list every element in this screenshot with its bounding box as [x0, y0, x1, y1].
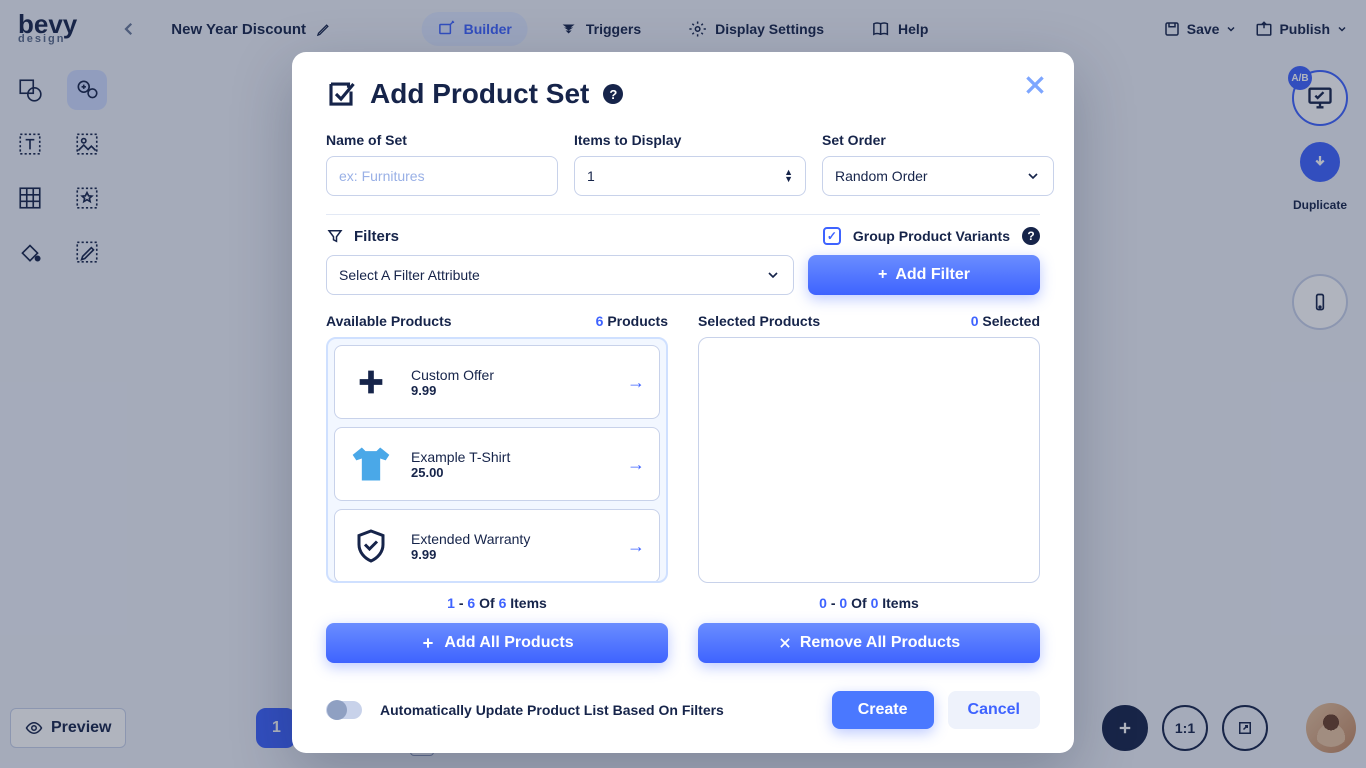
group-variants-checkbox[interactable]: ✓	[823, 227, 841, 245]
plus-icon	[354, 365, 388, 399]
name-input-wrapper	[326, 156, 558, 196]
tshirt-icon	[349, 442, 393, 486]
add-all-button[interactable]: Add All Products	[326, 623, 668, 663]
arrow-right-icon: →	[627, 372, 645, 393]
help-icon[interactable]: ?	[603, 84, 623, 104]
product-name: Extended Warranty	[411, 531, 609, 547]
remove-all-button[interactable]: Remove All Products	[698, 623, 1040, 663]
product-thumb	[349, 524, 393, 568]
available-products-list: Custom Offer9.99 → Example T-Shirt25.00 …	[326, 337, 668, 583]
selected-products-list	[698, 337, 1040, 583]
product-card[interactable]: Extended Warranty9.99 →	[334, 509, 660, 583]
remove-all-label: Remove All Products	[800, 634, 960, 652]
product-thumb	[349, 442, 393, 486]
available-products-column: Available Products 6 Products Custom Off…	[326, 313, 668, 663]
selected-products-column: Selected Products 0 Selected 0 - 0 Of 0 …	[698, 313, 1040, 663]
items-label: Items to Display	[574, 132, 806, 148]
plus-icon: +	[878, 266, 887, 284]
product-card[interactable]: Example T-Shirt25.00 →	[334, 427, 660, 501]
arrow-right-icon: →	[627, 536, 645, 557]
arrow-right-icon: →	[627, 454, 645, 475]
name-label: Name of Set	[326, 132, 558, 148]
order-label: Set Order	[822, 132, 1054, 148]
modal-title-text: Add Product Set	[370, 78, 589, 110]
group-variants-label: Group Product Variants	[853, 228, 1010, 244]
close-icon	[1022, 72, 1048, 98]
help-icon[interactable]: ?	[1022, 227, 1040, 245]
add-all-label: Add All Products	[444, 634, 573, 652]
filters-label: Filters	[326, 227, 399, 245]
name-of-set-field: Name of Set	[326, 132, 558, 196]
stepper-icon: ▲▼	[784, 169, 793, 183]
chevron-down-icon	[1025, 168, 1041, 184]
product-price: 9.99	[411, 547, 609, 562]
items-value: 1	[587, 168, 595, 184]
modal-title: Add Product Set ?	[326, 78, 1040, 110]
product-price: 25.00	[411, 465, 609, 480]
add-filter-label: Add Filter	[895, 266, 970, 284]
available-title: Available Products	[326, 313, 452, 329]
product-price: 9.99	[411, 383, 609, 398]
available-pager: 1 - 6 Of 6 Items	[326, 595, 668, 611]
close-icon	[778, 636, 792, 650]
filter-icon	[326, 227, 344, 245]
shield-icon	[353, 528, 389, 564]
order-select[interactable]: Random Order	[822, 156, 1054, 196]
set-order-field: Set Order Random Order	[822, 132, 1054, 196]
selected-pager: 0 - 0 Of 0 Items	[698, 595, 1040, 611]
add-product-set-modal: Add Product Set ? Name of Set Items to D…	[292, 52, 1074, 753]
filter-select-value: Select A Filter Attribute	[339, 267, 480, 283]
available-count: 6 Products	[596, 313, 668, 329]
filters-label-text: Filters	[354, 228, 399, 245]
order-value: Random Order	[835, 168, 928, 184]
product-name: Example T-Shirt	[411, 449, 609, 465]
items-to-display-field: Items to Display 1 ▲▼	[574, 132, 806, 196]
name-input[interactable]	[339, 168, 545, 184]
group-variants: ✓ Group Product Variants ?	[823, 227, 1040, 245]
create-button[interactable]: Create	[832, 691, 934, 729]
product-name: Custom Offer	[411, 367, 609, 383]
filter-attribute-select[interactable]: Select A Filter Attribute	[326, 255, 794, 295]
selected-title: Selected Products	[698, 313, 820, 329]
cancel-button[interactable]: Cancel	[948, 691, 1040, 729]
product-thumb	[349, 360, 393, 404]
product-card[interactable]: Custom Offer9.99 →	[334, 345, 660, 419]
plus-icon	[420, 635, 436, 651]
add-filter-button[interactable]: + Add Filter	[808, 255, 1040, 295]
close-button[interactable]	[1022, 72, 1048, 98]
auto-update-toggle[interactable]	[326, 701, 362, 719]
selected-count: 0 Selected	[971, 313, 1040, 329]
items-stepper[interactable]: 1 ▲▼	[574, 156, 806, 196]
checkbox-icon	[326, 79, 356, 109]
auto-update-label: Automatically Update Product List Based …	[380, 702, 724, 718]
chevron-down-icon	[765, 267, 781, 283]
